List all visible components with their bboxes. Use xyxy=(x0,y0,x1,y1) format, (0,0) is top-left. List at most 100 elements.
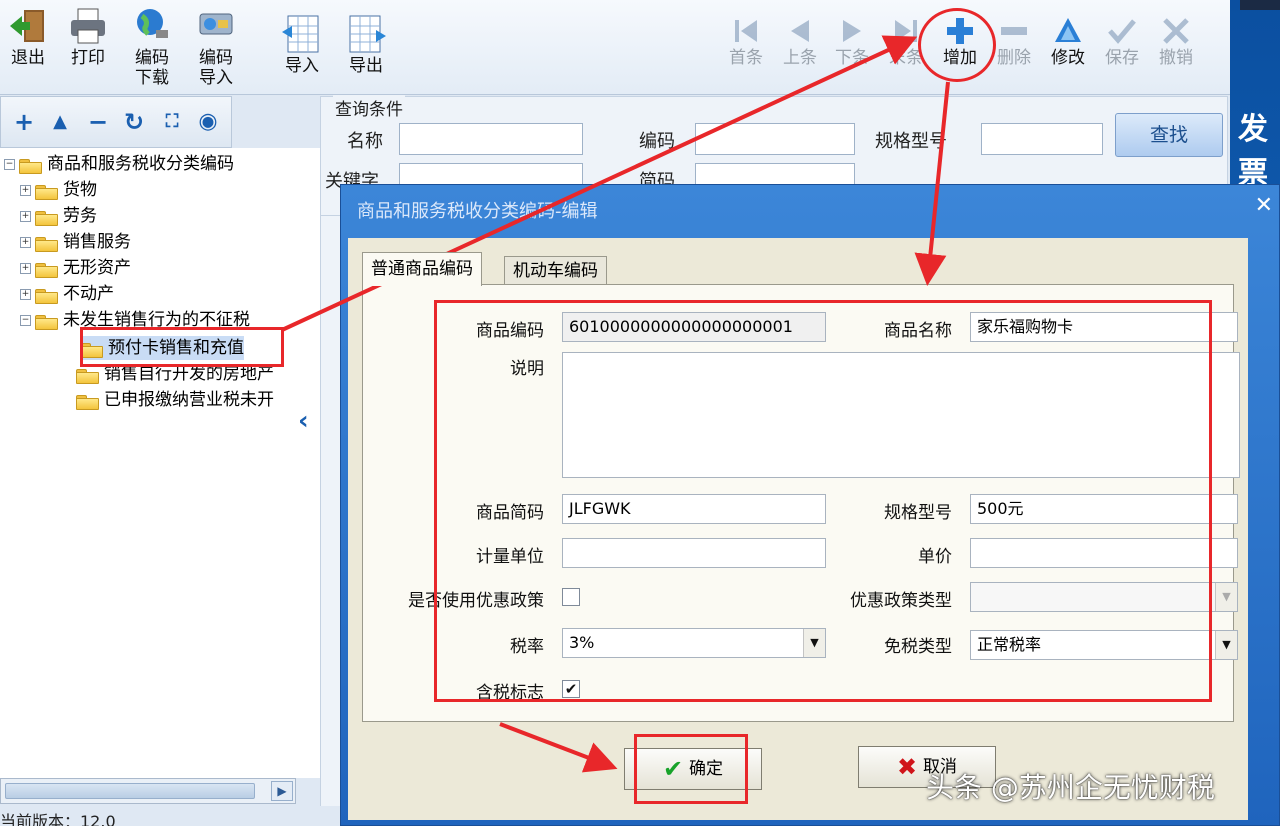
close-icon[interactable]: ✕ xyxy=(1255,193,1273,218)
next-record-label: 下条 xyxy=(835,48,869,68)
exit-button[interactable]: 退出 xyxy=(0,6,56,69)
tree-horizontal-scrollbar[interactable]: ▶ xyxy=(0,778,296,804)
tree-up-icon[interactable]: ▲ xyxy=(47,109,73,135)
tree-add-icon[interactable]: + xyxy=(11,109,37,135)
tab-regular-goods[interactable]: 普通商品编码 xyxy=(362,252,482,286)
next-record-icon xyxy=(843,20,861,42)
last-record-icon xyxy=(895,20,917,42)
code-download-button[interactable]: 编码 下载 xyxy=(124,6,180,88)
search-button[interactable]: 查找 xyxy=(1115,113,1223,157)
edit-label: 修改 xyxy=(1051,48,1085,68)
tree-root[interactable]: − 商品和服务税收分类编码 xyxy=(4,152,234,176)
spec-label: 规格型号 xyxy=(875,131,947,152)
delete-label: 删除 xyxy=(997,48,1031,68)
tree-refresh-icon[interactable]: ↻ xyxy=(121,109,147,135)
globe-icon xyxy=(137,9,168,38)
first-record-icon xyxy=(735,20,757,42)
edit-icon xyxy=(1055,18,1081,42)
code-download-label: 编码 下载 xyxy=(135,48,169,88)
first-record-button[interactable]: 首条 xyxy=(718,16,774,69)
annotation-box-form xyxy=(434,300,1212,702)
code-import-label: 编码 导入 xyxy=(199,48,233,88)
folder-icon xyxy=(35,287,58,304)
tree-expand-icon[interactable]: ⛶ xyxy=(159,109,185,135)
tree-item-label: 不动产 xyxy=(63,284,114,304)
grid-area xyxy=(320,216,340,806)
import-icon xyxy=(282,15,319,53)
expand-icon[interactable]: + xyxy=(20,236,31,248)
tab-motor-vehicle[interactable]: 机动车编码 xyxy=(504,256,607,286)
export-label: 导出 xyxy=(349,56,383,76)
tree-root-label: 商品和服务税收分类编码 xyxy=(47,154,234,174)
code-label: 编码 xyxy=(639,131,675,152)
tree-item-label: 劳务 xyxy=(63,206,97,226)
prev-record-button[interactable]: 上条 xyxy=(772,16,828,69)
printer-icon xyxy=(71,8,105,44)
folder-icon xyxy=(35,235,58,252)
watermark-text: 头条 @苏州企无忧财税 xyxy=(926,771,1215,804)
close-icon: ✖ xyxy=(896,753,918,781)
next-record-button[interactable]: 下条 xyxy=(824,16,880,69)
folder-icon xyxy=(76,393,99,410)
scrollbar-thumb[interactable] xyxy=(5,783,255,799)
undo-button[interactable]: 撤销 xyxy=(1148,16,1204,69)
first-record-label: 首条 xyxy=(729,48,763,68)
undo-label: 撤销 xyxy=(1159,48,1193,68)
folder-open-icon xyxy=(35,313,58,330)
tree-item[interactable]: + 劳务 xyxy=(20,204,97,228)
version-text: 当前版本：12.0 xyxy=(0,812,116,826)
tree-target-icon[interactable]: ◉ xyxy=(195,109,221,135)
expand-icon[interactable]: + xyxy=(20,210,31,222)
folder-icon xyxy=(76,367,99,384)
name-label: 名称 xyxy=(347,131,383,152)
query-legend: 查询条件 xyxy=(333,95,405,120)
collapse-panel-icon[interactable]: ‹ xyxy=(298,406,320,436)
edit-button[interactable]: 修改 xyxy=(1040,16,1096,69)
export-button[interactable]: 导出 xyxy=(338,14,394,77)
category-tree: − 商品和服务税收分类编码 + 货物 + 劳务 + 销售服务 + 无形资产 + 不动产 − 未… xyxy=(0,148,320,778)
code-input[interactable] xyxy=(695,123,855,155)
exit-icon xyxy=(10,10,44,42)
folder-icon xyxy=(35,261,58,278)
import-label: 导入 xyxy=(285,56,319,76)
export-icon xyxy=(349,15,386,53)
print-button[interactable]: 打印 xyxy=(60,6,116,69)
folder-open-icon xyxy=(19,157,42,174)
import-button[interactable]: 导入 xyxy=(274,14,330,77)
name-input[interactable] xyxy=(399,123,583,155)
tree-item-label: 货物 xyxy=(63,180,97,200)
prev-record-label: 上条 xyxy=(783,48,817,68)
folder-icon xyxy=(35,209,58,226)
undo-icon xyxy=(1163,18,1189,44)
print-label: 打印 xyxy=(71,48,105,68)
code-import-button[interactable]: 编码 导入 xyxy=(188,6,244,88)
save-icon xyxy=(1108,19,1136,44)
delete-icon xyxy=(1001,27,1027,35)
save-label: 保存 xyxy=(1105,48,1139,68)
expand-icon[interactable]: + xyxy=(20,262,31,274)
import-code-icon xyxy=(199,13,233,35)
tree-minus-icon[interactable]: − xyxy=(85,109,111,135)
banner-top xyxy=(1240,0,1280,10)
collapse-icon[interactable]: − xyxy=(20,314,31,326)
chevron-down-icon[interactable]: ▼ xyxy=(1215,583,1237,611)
tree-item[interactable]: + 销售服务 xyxy=(20,230,131,254)
scroll-right-icon[interactable]: ▶ xyxy=(271,781,293,801)
folder-icon xyxy=(35,183,58,200)
chevron-down-icon[interactable]: ▼ xyxy=(1215,631,1237,659)
annotation-box-confirm xyxy=(634,734,748,804)
save-button[interactable]: 保存 xyxy=(1094,16,1150,69)
spec-input[interactable] xyxy=(981,123,1103,155)
tree-child-label: 已申报缴纳营业税未开 xyxy=(104,390,274,410)
tree-item-label: 无形资产 xyxy=(63,258,131,278)
tree-toolbar: + ▲ − ↻ ⛶ ◉ xyxy=(0,96,232,148)
prev-record-icon xyxy=(791,20,809,42)
tree-item[interactable]: + 不动产 xyxy=(20,282,114,306)
collapse-icon[interactable]: − xyxy=(4,158,15,170)
expand-icon[interactable]: + xyxy=(20,184,31,196)
tree-item[interactable]: + 无形资产 xyxy=(20,256,131,280)
exit-label: 退出 xyxy=(11,48,45,68)
tree-item[interactable]: + 货物 xyxy=(20,178,97,202)
expand-icon[interactable]: + xyxy=(20,288,31,300)
tree-child[interactable]: 已申报缴纳营业税未开 xyxy=(76,388,274,412)
